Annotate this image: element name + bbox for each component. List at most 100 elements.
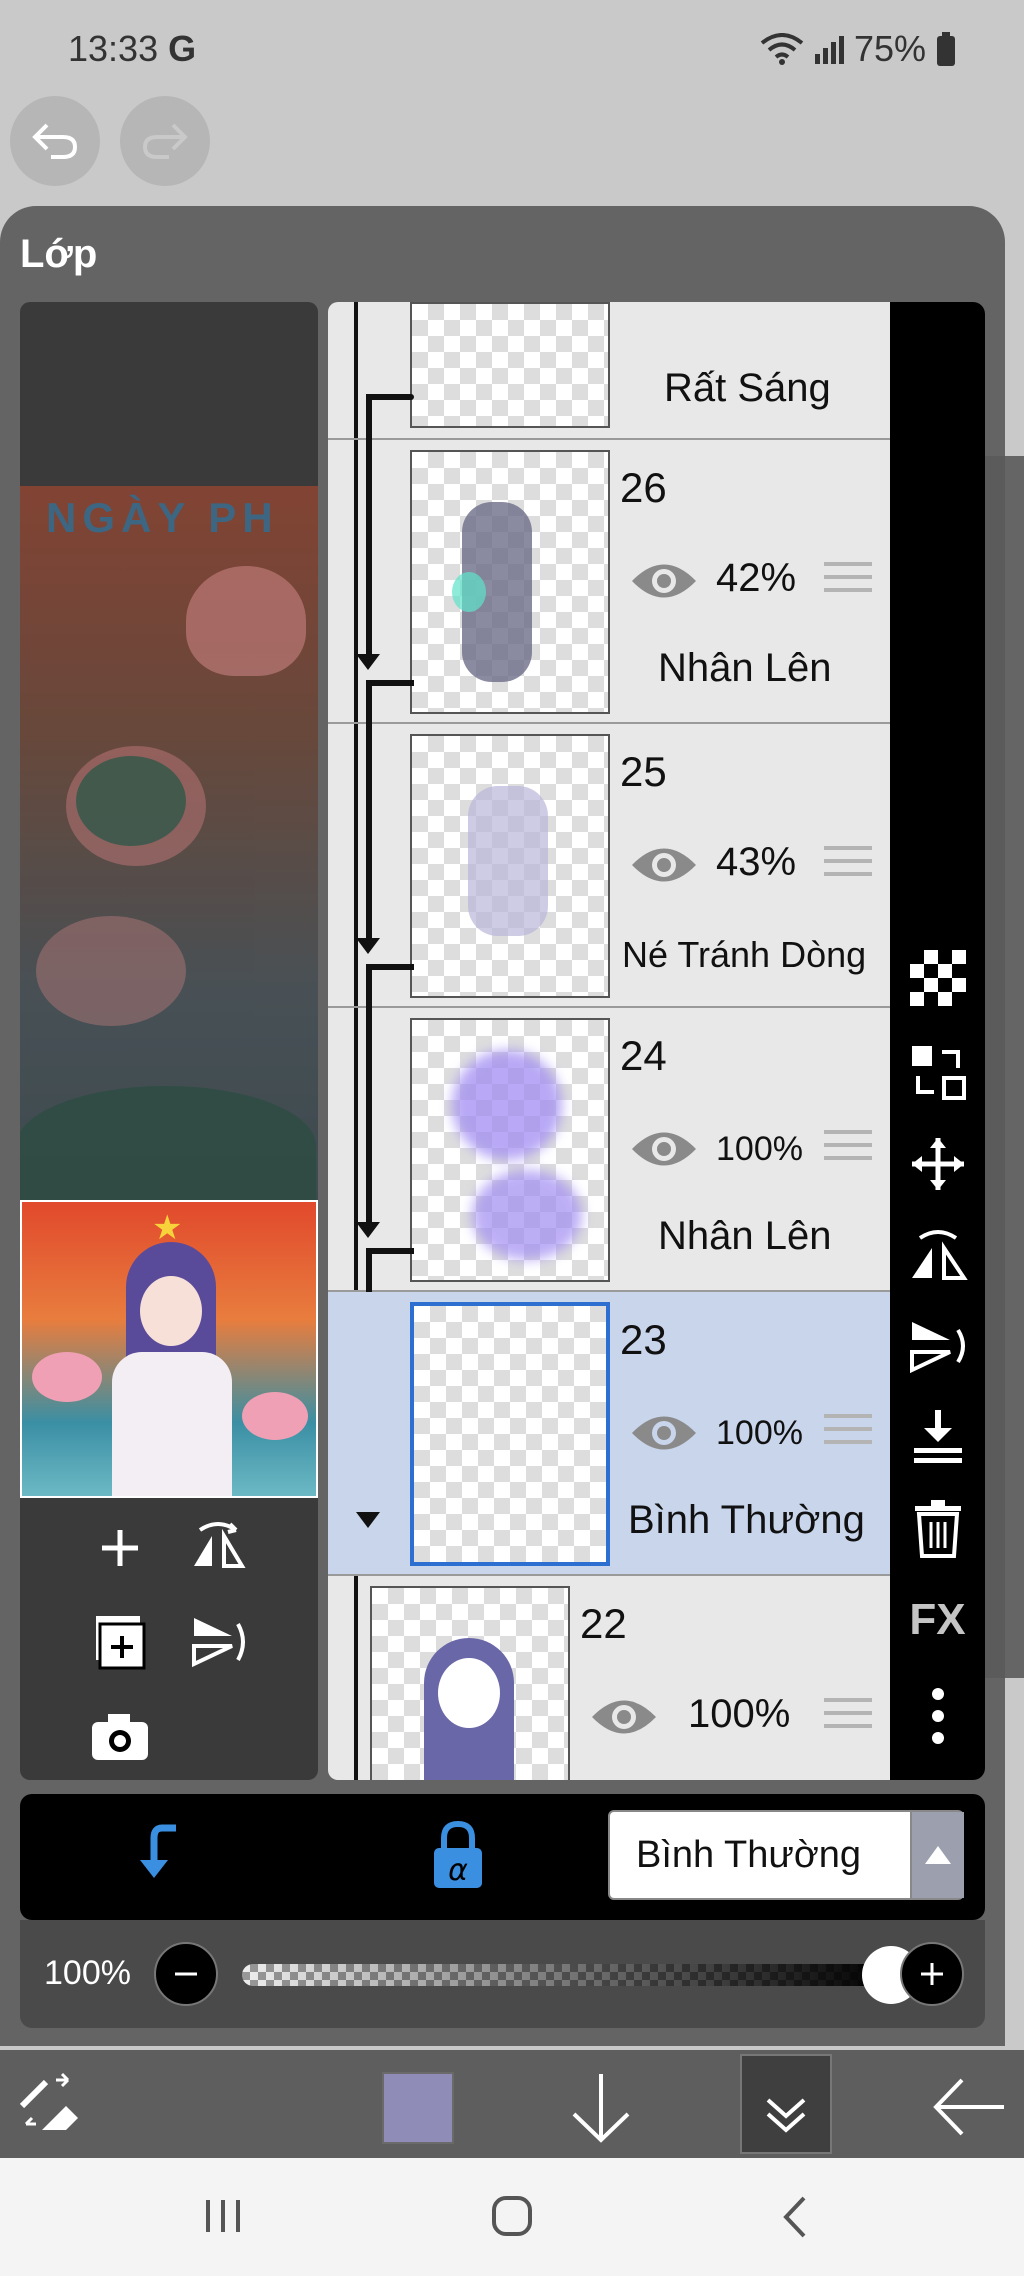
delete-layer-button[interactable] [890,1488,985,1568]
opacity-slider[interactable] [242,1964,888,1986]
status-time: 13:33 G [68,28,197,69]
layer-thumbnail [410,1302,610,1566]
opacity-label: 100% [44,1954,131,1992]
move-layer-button[interactable] [890,1124,985,1204]
panel-title: Lớp [20,232,98,276]
clip-arrow-head [356,1222,380,1238]
undo-icon [32,123,78,159]
opacity-increase-button[interactable] [900,1942,964,2006]
visibility-eye-icon[interactable] [630,1410,698,1456]
flip-vertical-icon [909,1322,965,1374]
flip-vertical-button[interactable] [890,1306,985,1386]
add-layer-button[interactable] [90,1518,150,1578]
undo-button[interactable] [10,96,100,186]
battery-percent: 75% [853,28,926,69]
clipping-arrow-icon [140,1824,176,1878]
layer-down-button[interactable] [566,2070,636,2146]
layer-opacity: 42% [716,556,797,600]
clipping-button[interactable] [132,1822,196,1886]
battery-icon [937,32,955,66]
more-options-button[interactable] [890,1676,985,1756]
visibility-eye-icon[interactable] [630,1126,698,1172]
duplicate-layer-button[interactable] [90,1612,150,1672]
signal-icon [814,36,844,64]
lotus-flower [242,1392,308,1440]
visibility-eye-icon[interactable] [590,1694,658,1740]
lotus-leaf [20,1086,316,1206]
canvas-preview: NGÀY PH ★ [20,302,318,1780]
flip-horizontal-icon [194,1522,246,1568]
opacity-decrease-button[interactable] [154,1942,218,2006]
svg-text:α: α [448,1853,468,1888]
status-icons: 75% [760,28,956,70]
flip-layer-button[interactable] [186,1516,250,1580]
drag-handle-icon[interactable] [824,562,872,600]
layer-row[interactable]: 22 100% [328,1576,890,1780]
camera-icon [92,1714,148,1760]
visibility-eye-icon[interactable] [630,842,698,888]
alpha-lock-button[interactable]: α [430,1820,486,1890]
visibility-eye-icon[interactable] [630,558,698,604]
color-swatch[interactable] [382,2072,454,2144]
back-arrow-button[interactable] [932,2074,1008,2140]
layer-blend-mode: Nhân Lên [658,1214,832,1258]
clip-arrow-head [356,1512,380,1528]
girl-dress [112,1352,232,1496]
drag-handle-icon[interactable] [824,1130,872,1168]
flip-vertical-button[interactable] [186,1610,250,1674]
layer-row[interactable]: Rất Sáng [328,302,890,440]
recent-apps-button[interactable] [200,2196,246,2236]
layer-number: 22 [580,1600,627,1647]
merge-down-button[interactable] [890,1396,985,1476]
layer-number: 23 [620,1316,667,1363]
drag-handle-icon[interactable] [824,846,872,884]
swap-layer-icon [911,1046,966,1100]
flip-vertical-icon [192,1618,245,1668]
layer-thumbnail [370,1586,570,1780]
fx-button[interactable]: FX [890,1580,985,1660]
lotus-flower [32,1352,102,1402]
artwork-thumbnail[interactable]: ★ [20,1200,318,1498]
tool-switch-button[interactable] [16,2072,86,2138]
clip-arrow [366,394,414,400]
layer-thumbnail [410,450,610,714]
layer-tools-column: FX [890,302,985,1780]
layers-collapse-icon [766,2098,806,2133]
redo-button[interactable] [120,96,210,186]
merge-down-icon [913,1410,962,1463]
layer-opacity: 43% [716,840,797,884]
drawing-toolbar-edge[interactable] [985,456,1024,1678]
layer-thumbnail [410,1018,610,1282]
transparency-button[interactable] [890,938,985,1018]
layer-opacity: 100% [716,1130,803,1168]
drag-handle-icon[interactable] [824,1698,872,1736]
dropdown-arrow-icon[interactable] [910,1812,964,1898]
preview-artwork: NGÀY PH [20,486,318,1206]
layers-panel-button[interactable] [740,2054,832,2154]
flip-horizontal-icon [911,1230,968,1280]
flip-horizontal-button[interactable] [890,1214,985,1294]
home-button[interactable] [488,2192,536,2240]
layer-blend-mode: Bình Thường [628,1498,865,1542]
preview-banner: NGÀY PH [46,494,279,541]
girl-face [140,1276,202,1346]
drag-handle-icon[interactable] [824,1414,872,1452]
layer-list[interactable]: Rất Sáng 26 42% Nhân Lên 25 43% Né Tránh… [328,302,890,1780]
layer-thumbnail [410,302,610,428]
swap-layer-button[interactable] [890,1032,985,1112]
plus-icon [102,1530,138,1566]
back-button[interactable] [776,2194,816,2240]
clip-arrow-head [356,654,380,670]
layer-number: 24 [620,1032,667,1079]
opacity-bar: 100% [20,1920,985,2028]
recent-apps-icon [206,2200,240,2232]
lotus-flower [186,566,306,676]
move-icon [911,1138,964,1190]
status-bar: 13:33 G 75% [0,0,1024,96]
layer-row-selected[interactable]: 23 100% Bình Thường [328,1292,890,1576]
home-icon [492,2196,532,2236]
camera-button[interactable] [88,1706,152,1766]
blend-mode-select[interactable]: Bình Thường [608,1810,964,1900]
system-navigation-bar [0,2158,1024,2276]
thumb-content [438,1658,500,1728]
